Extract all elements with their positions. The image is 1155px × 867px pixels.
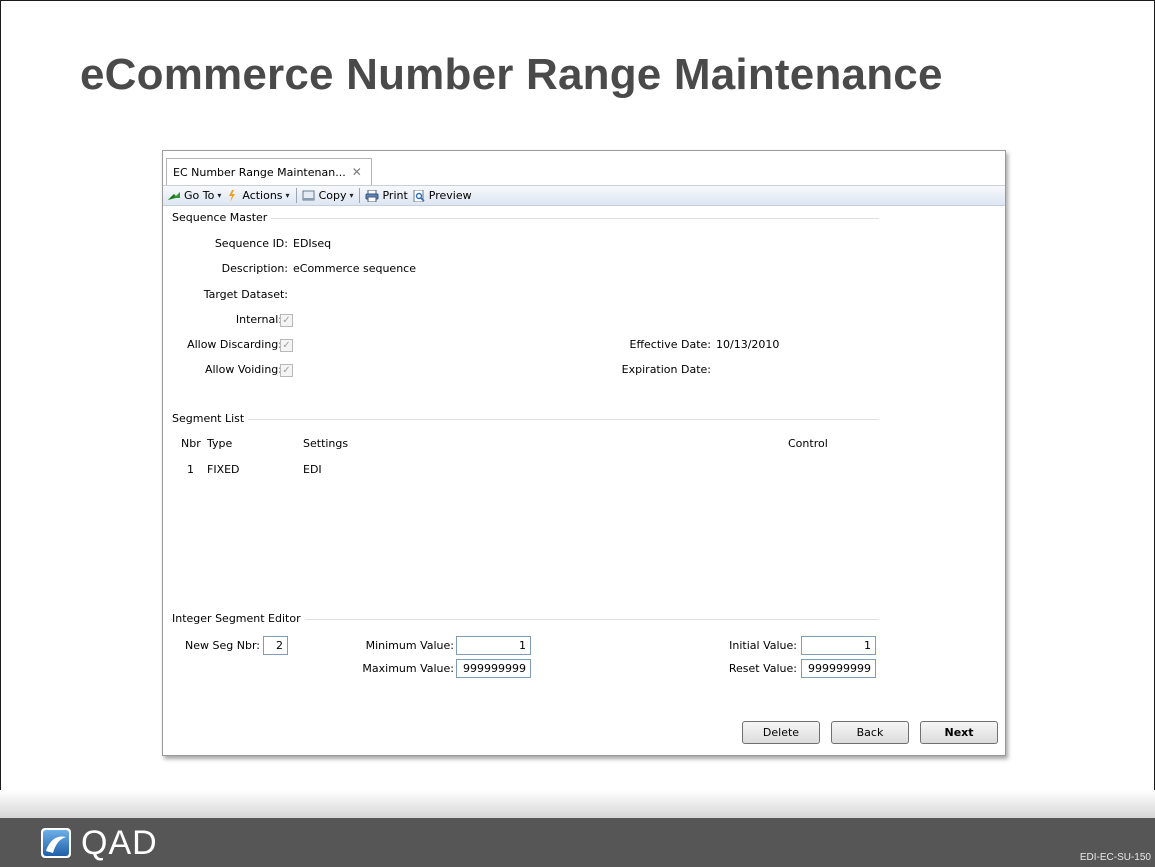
initial-value-label: Initial Value: bbox=[729, 639, 797, 652]
description-label: Description: bbox=[221, 262, 288, 275]
segment-list-group-label: Segment List bbox=[172, 412, 249, 425]
delete-button[interactable]: Delete bbox=[742, 721, 820, 744]
allow-discarding-checkbox[interactable]: ✓ bbox=[280, 339, 293, 352]
slide-code: EDI-EC-SU-150 bbox=[1079, 852, 1151, 863]
internal-label: Internal: bbox=[235, 313, 282, 326]
column-header-control[interactable]: Control bbox=[788, 437, 828, 450]
copy-label: Copy bbox=[318, 189, 347, 202]
chevron-down-icon: ▾ bbox=[285, 191, 290, 200]
column-header-nbr[interactable]: Nbr bbox=[181, 437, 201, 450]
print-label: Print bbox=[382, 189, 408, 202]
column-header-type[interactable]: Type bbox=[207, 437, 232, 450]
lightning-icon bbox=[229, 189, 236, 202]
initial-value-input[interactable]: 1 bbox=[801, 636, 876, 655]
allow-voiding-label: Allow Voiding: bbox=[204, 363, 282, 376]
new-seg-nbr-label: New Seg Nbr: bbox=[185, 639, 260, 652]
qad-logo-icon bbox=[41, 828, 71, 858]
segment-list-rule bbox=[171, 419, 879, 420]
cell-nbr: 1 bbox=[187, 463, 194, 476]
new-seg-nbr-input[interactable]: 2 bbox=[263, 636, 288, 655]
minimum-value-input[interactable]: 1 bbox=[456, 636, 531, 655]
sequence-master-group-label: Sequence Master bbox=[172, 211, 272, 224]
cell-settings: EDI bbox=[303, 463, 322, 476]
toolbar-separator bbox=[295, 188, 297, 203]
cell-type: FIXED bbox=[207, 463, 240, 476]
actions-button[interactable]: Actions ▾ bbox=[225, 189, 290, 202]
next-button[interactable]: Next bbox=[920, 721, 998, 744]
qad-logo: QAD bbox=[40, 824, 158, 862]
minimum-value-label: Minimum Value: bbox=[365, 639, 454, 652]
chevron-down-icon: ▾ bbox=[349, 191, 354, 200]
tab-ec-number-range[interactable]: EC Number Range Maintenan... ✕ bbox=[166, 158, 372, 185]
reset-value-label: Reset Value: bbox=[728, 662, 797, 675]
allow-discarding-label: Allow Discarding: bbox=[187, 338, 282, 351]
print-button[interactable]: Print bbox=[365, 189, 408, 202]
footer-fade bbox=[0, 790, 1155, 818]
toolbar: Go To ▾ Actions ▾ Copy ▾ Print Preview bbox=[163, 185, 1005, 206]
app-window: EC Number Range Maintenan... ✕ Go To ▾ A… bbox=[162, 150, 1006, 756]
toolbar-separator bbox=[359, 188, 361, 203]
slide-title: eCommerce Number Range Maintenance bbox=[80, 50, 943, 99]
goto-arrow-icon bbox=[168, 191, 180, 200]
preview-button[interactable]: Preview bbox=[412, 189, 472, 202]
target-dataset-label: Target Dataset: bbox=[203, 288, 288, 301]
allow-voiding-checkbox[interactable]: ✓ bbox=[280, 364, 293, 377]
copy-button[interactable]: Copy ▾ bbox=[302, 189, 354, 202]
maximum-value-label: Maximum Value: bbox=[362, 662, 454, 675]
sequence-master-rule bbox=[171, 218, 879, 219]
copy-icon bbox=[302, 190, 315, 200]
goto-button[interactable]: Go To ▾ bbox=[167, 189, 221, 202]
expiration-date-label: Expiration Date: bbox=[621, 363, 711, 376]
column-header-settings[interactable]: Settings bbox=[303, 437, 348, 450]
slide-footer: QAD EDI-EC-SU-150 bbox=[0, 818, 1155, 867]
tab-label: EC Number Range Maintenan... bbox=[173, 165, 346, 179]
description-value: eCommerce sequence bbox=[293, 262, 416, 275]
close-icon[interactable]: ✕ bbox=[352, 165, 362, 179]
integer-segment-editor-group-label: Integer Segment Editor bbox=[172, 612, 305, 625]
preview-icon bbox=[413, 189, 425, 202]
sequence-id-label: Sequence ID: bbox=[214, 237, 288, 250]
internal-checkbox[interactable]: ✓ bbox=[280, 314, 293, 327]
reset-value-input[interactable]: 999999999 bbox=[801, 659, 876, 678]
chevron-down-icon: ▾ bbox=[217, 191, 222, 200]
goto-label: Go To bbox=[184, 189, 215, 202]
qad-brand-text: QAD bbox=[81, 824, 158, 862]
printer-icon bbox=[365, 189, 379, 202]
sequence-id-value: EDIseq bbox=[293, 237, 332, 250]
tab-strip: EC Number Range Maintenan... ✕ bbox=[163, 151, 1005, 185]
effective-date-label: Effective Date: bbox=[629, 338, 712, 351]
effective-date-value: 10/13/2010 bbox=[716, 338, 780, 351]
back-button[interactable]: Back bbox=[831, 721, 909, 744]
preview-label: Preview bbox=[428, 189, 472, 202]
actions-label: Actions bbox=[242, 189, 283, 202]
maximum-value-input[interactable]: 999999999 bbox=[456, 659, 531, 678]
